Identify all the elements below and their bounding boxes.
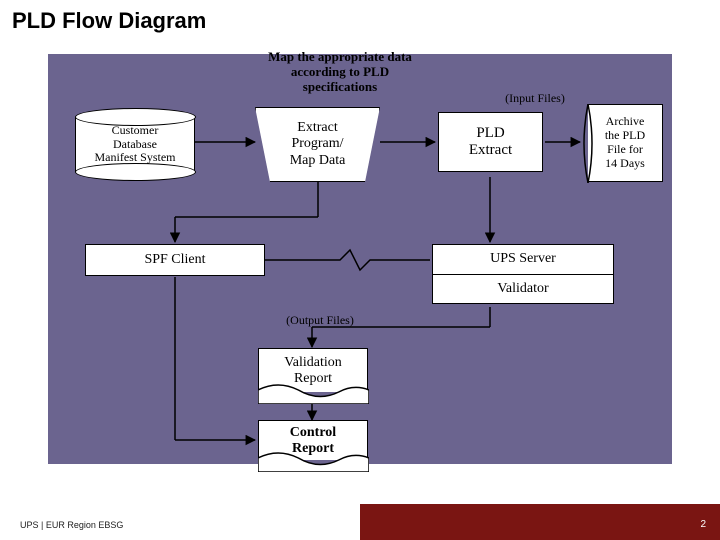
caption-line: specifications — [303, 80, 377, 95]
node-text: Program/ — [291, 136, 343, 152]
caption-map-data: Map the appropriate data according to PL… — [250, 50, 430, 95]
node-text: Control — [290, 425, 336, 441]
node-text: the PLD — [605, 129, 645, 143]
slide-title: PLD Flow Diagram — [12, 8, 206, 34]
label-output-files: (Output Files) — [270, 314, 370, 328]
flow-diagram: Map the appropriate data according to PL… — [40, 42, 680, 472]
node-spf-client: SPF Client — [85, 244, 265, 276]
node-customer-database: Customer Database Manifest System — [75, 117, 195, 172]
diagram-area: Map the appropriate data according to PL… — [40, 42, 680, 472]
node-control-report: Control Report — [258, 420, 368, 460]
caption-line: according to PLD — [291, 65, 389, 80]
node-text: 14 Days — [605, 157, 645, 171]
footer-text: UPS | EUR Region EBSG — [20, 520, 123, 530]
node-ups-server: UPS Server — [432, 244, 614, 274]
label-text: (Output Files) — [286, 314, 354, 328]
label-text: (Input Files) — [505, 92, 565, 106]
slide: PLD Flow Diagram — [0, 0, 720, 540]
node-text: UPS Server — [490, 251, 556, 267]
node-text: Extract — [297, 120, 337, 136]
node-text: Archive — [606, 115, 645, 129]
node-archive: Archive the PLD File for 14 Days — [588, 104, 663, 182]
node-validation-report: Validation Report — [258, 348, 368, 392]
footer-right — [360, 504, 720, 540]
node-extract-program: Extract Program/ Map Data — [255, 107, 380, 182]
footer: UPS | EUR Region EBSG 2 — [0, 504, 720, 540]
cylinder-top — [75, 108, 196, 126]
footer-page-number: 2 — [700, 519, 706, 530]
node-validator: Validator — [432, 274, 614, 304]
archive-curve — [580, 104, 596, 183]
node-text: Validator — [497, 281, 548, 297]
wavy-edge — [258, 382, 369, 404]
node-pld-extract: PLD Extract — [438, 112, 543, 172]
wavy-edge — [258, 450, 369, 472]
node-text: Map Data — [290, 153, 346, 169]
node-text: Database — [113, 138, 157, 152]
node-text: Extract — [469, 142, 512, 159]
label-input-files: (Input Files) — [485, 92, 585, 106]
node-text: PLD — [476, 125, 504, 142]
node-text: File for — [607, 143, 643, 157]
caption-line: Map the appropriate data — [268, 50, 412, 65]
cylinder-bottom — [75, 163, 196, 181]
node-text: Validation — [284, 355, 342, 371]
node-text: SPF Client — [144, 252, 205, 268]
